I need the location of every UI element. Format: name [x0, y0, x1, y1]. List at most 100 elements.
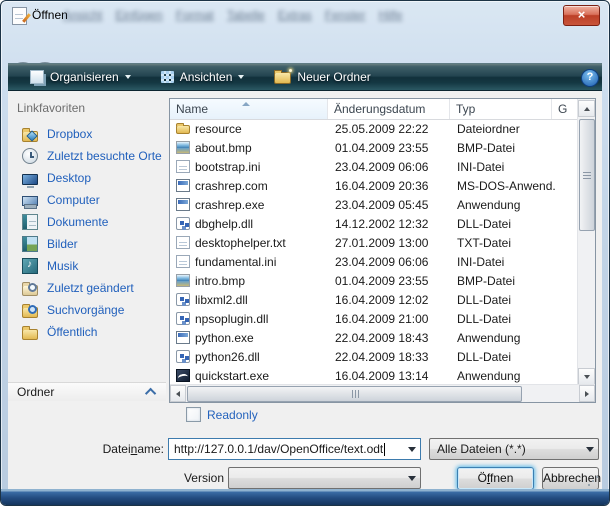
file-date: 16.04.2009 20:36 [335, 177, 453, 196]
help-button[interactable]: ? [581, 69, 599, 87]
horizontal-scroll-thumb[interactable] [187, 386, 522, 402]
views-icon [161, 71, 174, 83]
file-name: python.exe [195, 329, 325, 348]
vertical-scrollbar[interactable] [577, 99, 595, 385]
filename-input[interactable]: http://127.0.0.1/dav/OpenOffice/text.odt [168, 438, 421, 460]
text-icon [176, 236, 190, 249]
scroll-down-button[interactable] [578, 368, 595, 385]
file-row[interactable]: resource 25.05.2009 22:22 Dateiordner [170, 120, 578, 139]
sidebar-item[interactable]: Computer [8, 189, 168, 211]
readonly-checkbox-group[interactable]: Readonly [186, 407, 258, 422]
text-icon [176, 160, 190, 173]
file-type: DLL-Datei [457, 215, 555, 234]
sidebar-item-label: Suchvorgänge [47, 303, 124, 317]
sort-ascending-icon [242, 102, 250, 106]
file-date: 23.04.2009 05:45 [335, 196, 453, 215]
views-button[interactable]: Ansichten [153, 65, 253, 89]
file-type: DLL-Datei [457, 348, 555, 367]
file-row[interactable]: crashrep.exe 23.04.2009 05:45 Anwendung [170, 196, 578, 215]
organize-button[interactable]: Organisieren [22, 65, 139, 89]
readonly-checkbox[interactable] [186, 407, 201, 422]
sidebar-item[interactable]: Dokumente [8, 211, 168, 233]
file-type: BMP-Datei [457, 272, 555, 291]
sidebar-item-label: Bilder [47, 237, 78, 251]
searches-icon [22, 307, 38, 318]
file-rows: resource 25.05.2009 22:22 Dateiordner ab… [170, 120, 578, 385]
folder-gem-icon [22, 131, 38, 142]
sidebar-item[interactable]: Zuletzt geändert [8, 277, 168, 299]
filetype-select[interactable]: Alle Dateien (*.*) [429, 438, 599, 460]
navigation-bar: ◄ ► « OpenOffice.org 3 ▸ program ▸ [1, 30, 609, 63]
file-row[interactable]: intro.bmp 01.04.2009 23:55 BMP-Datei [170, 272, 578, 291]
column-header-date[interactable]: Änderungsdatum [328, 99, 450, 119]
file-row[interactable]: dbghelp.dll 14.12.2002 12:32 DLL-Datei [170, 215, 578, 234]
new-folder-button[interactable]: Neuer Ordner [266, 65, 378, 89]
organize-icon [30, 70, 44, 84]
file-date: 25.05.2009 22:22 [335, 120, 453, 139]
file-date: 22.04.2009 18:33 [335, 348, 453, 367]
dialog-window: Öffnen AnsichtEinfügenFormatTabelleExtra… [0, 0, 610, 506]
chevron-down-icon [125, 75, 131, 79]
command-toolbar: Organisieren Ansichten Neuer Ordner [8, 63, 602, 91]
title-bar[interactable]: Öffnen AnsichtEinfügenFormatTabelleExtra… [1, 1, 609, 30]
window-frame-bottom [1, 489, 609, 505]
sidebar-item[interactable]: Öffentlich [8, 321, 168, 343]
sidebar-item[interactable]: Bilder [8, 233, 168, 255]
sidebar-item-label: Dokumente [47, 215, 108, 229]
scroll-left-button[interactable] [170, 385, 186, 402]
horizontal-scrollbar[interactable] [170, 384, 595, 402]
scroll-right-button[interactable] [579, 385, 595, 402]
version-select[interactable] [228, 467, 421, 489]
file-name: fundamental.ini [195, 253, 325, 272]
version-dropdown-icon [403, 468, 420, 488]
filename-label: Dateiname: [48, 438, 164, 461]
documents-icon [22, 214, 38, 230]
dialog-footer: Readonly Dateiname: http://127.0.0.1/dav… [8, 401, 602, 489]
open-button[interactable]: Öffnen [457, 467, 534, 490]
new-folder-icon [274, 72, 291, 84]
scroll-up-button[interactable] [578, 100, 595, 117]
file-row[interactable]: libxml2.dll 16.04.2009 12:02 DLL-Datei [170, 291, 578, 310]
close-button[interactable]: × [563, 5, 600, 26]
file-row[interactable]: npsoplugin.dll 16.04.2009 21:00 DLL-Date… [170, 310, 578, 329]
ghost-menu-item: Einfügen [115, 8, 162, 22]
file-row[interactable]: bootstrap.ini 23.04.2009 06:06 INI-Datei [170, 158, 578, 177]
sidebar-item[interactable]: Musik [8, 255, 168, 277]
folders-expander[interactable]: Ordner [8, 382, 166, 401]
column-header-type[interactable]: Typ [450, 99, 552, 119]
resize-grip[interactable] [588, 476, 598, 486]
file-type: INI-Datei [457, 158, 555, 177]
file-type: Anwendung [457, 196, 555, 215]
filename-dropdown-icon[interactable] [403, 439, 420, 459]
file-type: INI-Datei [457, 253, 555, 272]
file-name: intro.bmp [195, 272, 325, 291]
column-header-name[interactable]: Name [170, 99, 328, 119]
dll-icon [176, 350, 190, 363]
file-row[interactable]: fundamental.ini 23.04.2009 06:06 INI-Dat… [170, 253, 578, 272]
image-icon [176, 274, 190, 287]
sidebar-item[interactable]: Suchvorgänge [8, 299, 168, 321]
vertical-scroll-thumb[interactable] [579, 119, 595, 231]
sidebar-item-label: Dropbox [47, 127, 92, 141]
file-row[interactable]: about.bmp 01.04.2009 23:55 BMP-Datei [170, 139, 578, 158]
file-row[interactable]: desktophelper.txt 27.01.2009 13:00 TXT-D… [170, 234, 578, 253]
filetype-dropdown-icon [581, 439, 598, 459]
favorites-sidebar: Linkfavoriten Dropbox Zuletzt besuchte O… [8, 91, 168, 401]
app-icon [176, 198, 190, 211]
text-caret [384, 443, 385, 456]
sidebar-item[interactable]: Desktop [8, 167, 168, 189]
sidebar-item[interactable]: Dropbox [8, 123, 168, 145]
public-icon [22, 329, 38, 340]
file-row[interactable]: python26.dll 22.04.2009 18:33 DLL-Datei [170, 348, 578, 367]
column-header-size[interactable]: G [552, 99, 578, 119]
file-row[interactable]: crashrep.com 16.04.2009 20:36 MS-DOS-Anw… [170, 177, 578, 196]
sidebar-item[interactable]: Zuletzt besuchte Orte [8, 145, 168, 167]
file-row[interactable]: quickstart.exe 16.04.2009 13:14 Anwendun… [170, 367, 578, 385]
sidebar-item-label: Desktop [47, 171, 91, 185]
image-icon [176, 141, 190, 154]
file-row[interactable]: python.exe 22.04.2009 18:43 Anwendung [170, 329, 578, 348]
app-icon [176, 179, 190, 192]
text-icon [176, 255, 190, 268]
open-file-dialog: Öffnen AnsichtEinfügenFormatTabelleExtra… [0, 0, 610, 506]
file-list: Name Änderungsdatum Typ G resource 25.05… [169, 98, 596, 403]
